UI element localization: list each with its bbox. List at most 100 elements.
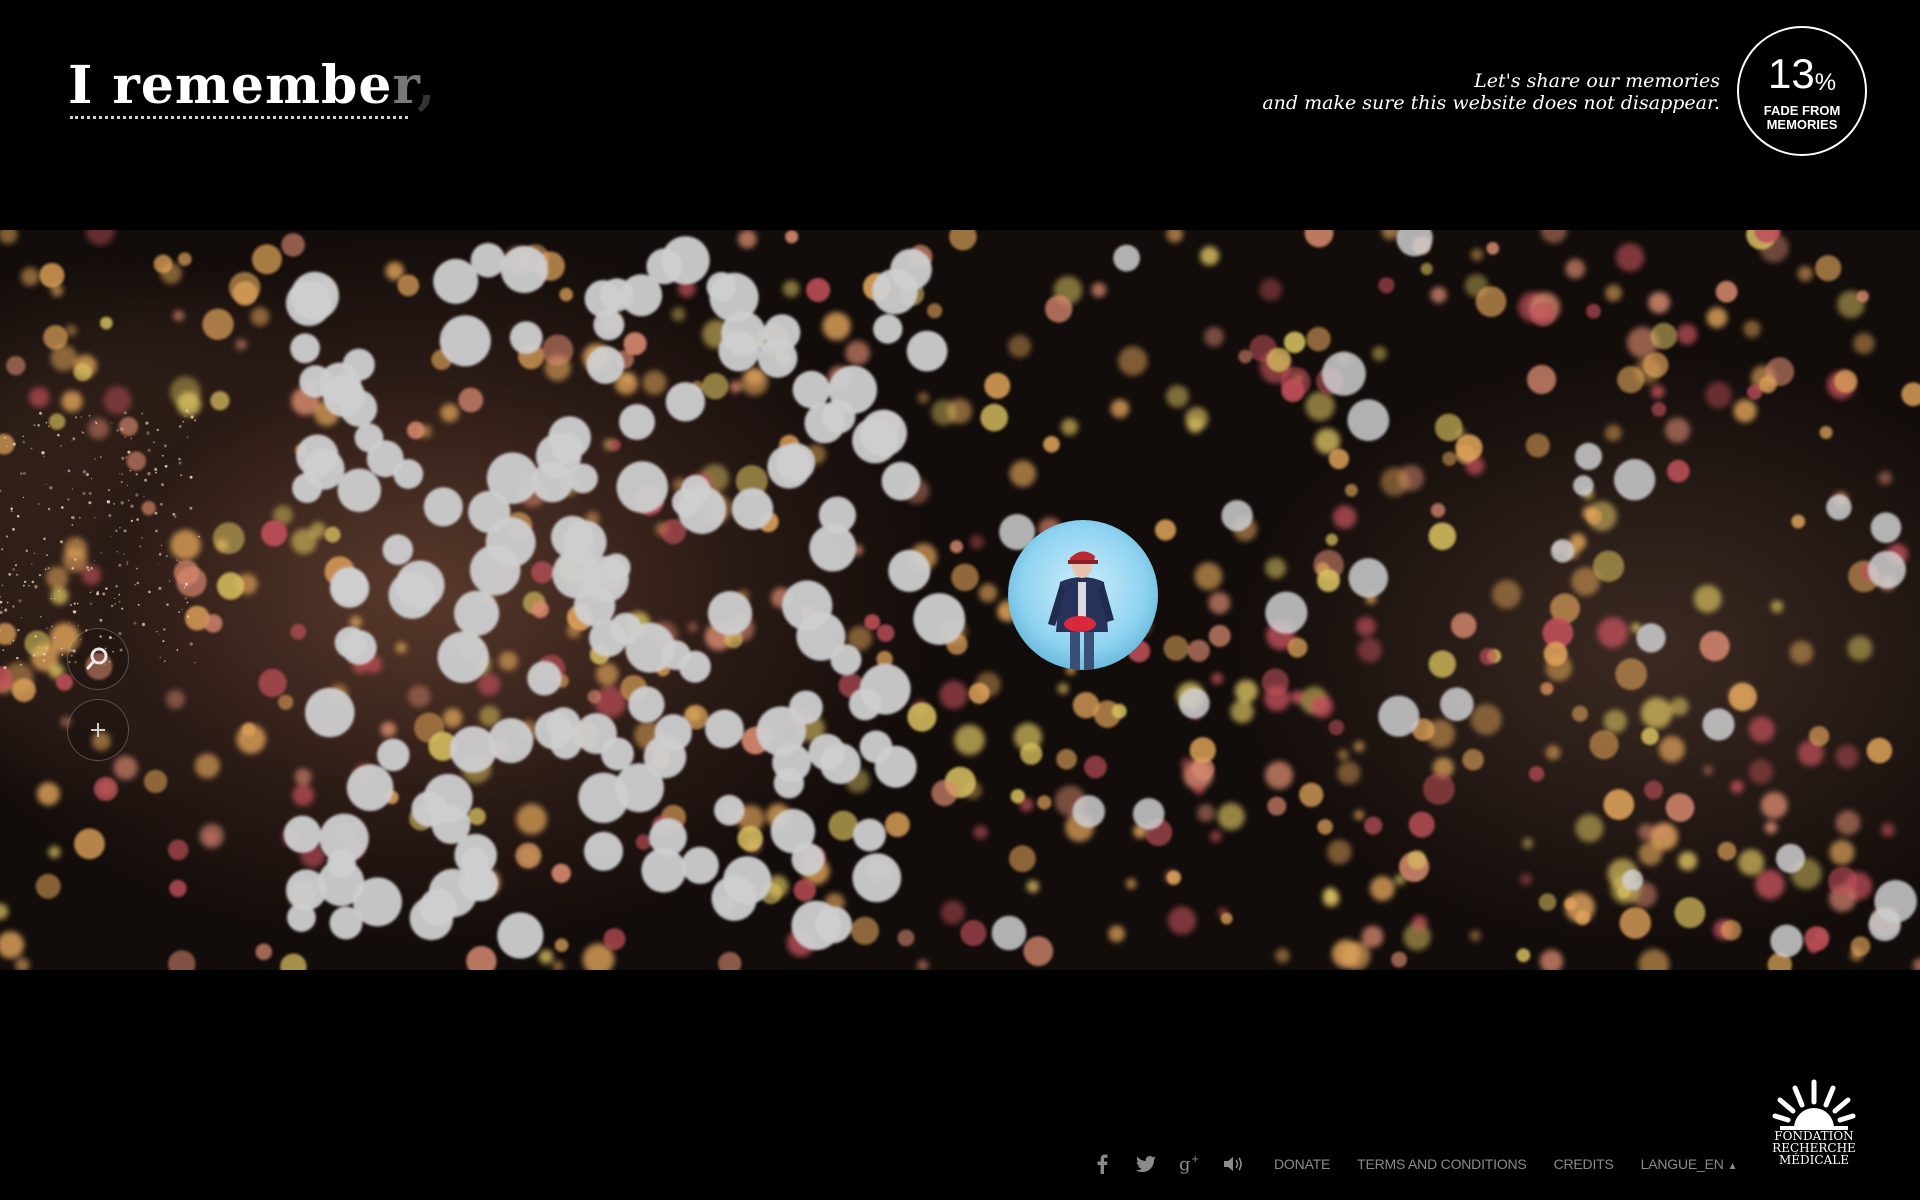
memory-bubble[interactable]	[1113, 244, 1140, 272]
memory-bubble[interactable]	[337, 468, 382, 513]
memory-bubble[interactable]	[951, 563, 979, 592]
memory-bubble[interactable]	[212, 522, 245, 555]
memory-bubble[interactable]	[118, 416, 139, 437]
memory-bubble[interactable]	[1789, 640, 1814, 665]
memory-bubble[interactable]	[100, 316, 113, 330]
memory-bubble[interactable]	[552, 960, 564, 970]
memory-bubble[interactable]	[864, 614, 881, 630]
memory-bubble[interactable]	[973, 825, 988, 840]
memory-bubble[interactable]	[469, 544, 521, 596]
memory-bubble[interactable]	[731, 488, 774, 530]
memory-bubble[interactable]	[845, 340, 870, 366]
memory-bubble[interactable]	[714, 794, 745, 826]
memory-bubble[interactable]	[1380, 467, 1410, 497]
memory-bubble[interactable]	[497, 912, 544, 959]
site-logo[interactable]: I remember,	[68, 56, 436, 116]
memory-bubble[interactable]	[1791, 514, 1806, 529]
memory-bubble[interactable]	[437, 631, 489, 683]
memory-bubble[interactable]	[153, 254, 173, 274]
memory-bubble[interactable]	[477, 673, 500, 696]
memory-bubble[interactable]	[917, 959, 929, 970]
memory-bubble[interactable]	[241, 722, 256, 737]
memory-bubble[interactable]	[1221, 500, 1253, 532]
memory-bubble[interactable]	[24, 630, 51, 657]
memory-bubble[interactable]	[1234, 679, 1258, 703]
memory-bubble[interactable]	[1434, 413, 1463, 442]
memory-bubble[interactable]	[1331, 939, 1361, 969]
memory-bubble[interactable]	[1217, 802, 1245, 831]
memory-bubble[interactable]	[1194, 562, 1223, 591]
memory-bubble[interactable]	[1208, 592, 1231, 614]
language-selector[interactable]: LANGUE_EN ▲	[1641, 1156, 1738, 1172]
memory-bubble[interactable]	[1705, 381, 1732, 409]
memory-bubble[interactable]	[619, 404, 655, 440]
memory-bubble[interactable]	[1702, 708, 1735, 741]
memory-bubble[interactable]	[48, 845, 61, 859]
memory-bubble[interactable]	[1664, 417, 1691, 443]
memory-bubble[interactable]	[1615, 243, 1645, 272]
memory-bubble[interactable]	[681, 846, 719, 884]
memory-bubble[interactable]	[1412, 915, 1428, 931]
memory-bubble[interactable]	[665, 382, 706, 422]
memory-bubble[interactable]	[687, 622, 698, 633]
memory-bubble[interactable]	[642, 370, 667, 395]
memory-bubble[interactable]	[1901, 382, 1920, 407]
memory-bubble[interactable]	[1422, 773, 1455, 805]
memory-bubble[interactable]	[542, 334, 574, 366]
memory-bubble[interactable]	[1592, 550, 1625, 582]
memory-bubble[interactable]	[848, 688, 882, 721]
memory-bubble[interactable]	[1847, 635, 1873, 661]
memory-bubble[interactable]	[1211, 672, 1224, 685]
memory-bubble[interactable]	[1638, 949, 1670, 970]
memory-bubble[interactable]	[281, 233, 305, 257]
memory-bubble[interactable]	[551, 863, 571, 883]
memory-bubble[interactable]	[1693, 584, 1722, 613]
memory-bubble[interactable]	[1009, 460, 1037, 487]
memory-bubble[interactable]	[439, 315, 491, 367]
memory-bubble[interactable]	[906, 330, 948, 372]
memory-bubble[interactable]	[1267, 796, 1287, 816]
memory-bubble[interactable]	[1571, 705, 1589, 722]
memory-bubble[interactable]	[1565, 258, 1586, 279]
memory-bubble[interactable]	[341, 630, 377, 665]
memory-bubble[interactable]	[39, 262, 65, 288]
memory-bubble[interactable]	[1670, 697, 1689, 716]
memory-bubble[interactable]	[1522, 837, 1534, 849]
memory-bubble[interactable]	[852, 853, 902, 903]
memory-bubble[interactable]	[1605, 284, 1622, 302]
memory-bubbles[interactable]	[0, 230, 1920, 970]
memory-bubble[interactable]	[1764, 821, 1778, 834]
memory-bubble[interactable]	[718, 330, 760, 372]
memory-bubble[interactable]	[388, 571, 436, 619]
memory-bubble[interactable]	[1370, 876, 1395, 901]
memory-bubble[interactable]	[1492, 579, 1522, 609]
memory-bubble[interactable]	[907, 702, 937, 732]
memory-bubble[interactable]	[292, 473, 323, 503]
memory-bubble[interactable]	[888, 549, 931, 592]
memory-bubble[interactable]	[143, 769, 168, 794]
memory-bubble[interactable]	[15, 957, 30, 970]
memory-bubble[interactable]	[671, 487, 701, 517]
memory-bubble[interactable]	[1167, 906, 1197, 935]
memory-bubble[interactable]	[346, 764, 394, 811]
memory-bubble[interactable]	[173, 559, 200, 586]
memory-bubble[interactable]	[1829, 839, 1855, 865]
memory-bubble[interactable]	[1009, 845, 1036, 873]
memory-bubble[interactable]	[380, 721, 396, 738]
memory-bubble[interactable]	[1586, 508, 1603, 525]
memory-bubble[interactable]	[616, 461, 669, 513]
memory-bubble[interactable]	[531, 561, 554, 584]
memory-bubble[interactable]	[1743, 320, 1761, 338]
memory-bubble[interactable]	[1605, 424, 1622, 442]
memory-bubble[interactable]	[1850, 936, 1871, 957]
memory-bubble[interactable]	[1265, 557, 1287, 579]
memory-bubble[interactable]	[1575, 814, 1604, 843]
memory-bubble[interactable]	[1619, 907, 1652, 939]
memory-bubble[interactable]	[1636, 623, 1666, 653]
memory-bubble[interactable]	[498, 651, 518, 671]
memory-bubble[interactable]	[1866, 737, 1893, 764]
memory-bubble[interactable]	[169, 879, 187, 898]
memory-bubble[interactable]	[395, 642, 407, 654]
memory-bubble[interactable]	[559, 287, 573, 302]
memory-bubble[interactable]	[86, 230, 115, 246]
